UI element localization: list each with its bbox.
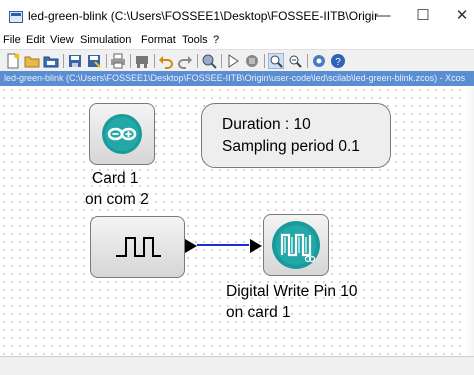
digital-write-label-line2: on card 1 [226,304,291,321]
help-icon[interactable]: ? [330,53,346,69]
minimize-button[interactable]: — [368,5,398,27]
toolbar-separator [106,54,107,68]
pulse-generator-block[interactable] [90,216,185,278]
print-icon[interactable] [110,53,126,69]
digital-write-block[interactable] [263,214,329,276]
window-title: led-green-blink (C:\Users\FOSSEE1\Deskto… [28,9,378,23]
toolbar-separator [63,54,64,68]
stop-simulation-icon[interactable] [244,53,260,69]
zoom-in-icon[interactable] [268,53,284,69]
card-block-label-line1: Card 1 [92,170,139,187]
menu-bar: File Edit View Simulation Format Tools ? [0,32,474,49]
close-button[interactable]: ✕ [447,5,474,27]
undo-icon[interactable] [158,53,174,69]
diagram-canvas[interactable]: Card 1 on com 2 Duration : 10 Sampling p… [0,86,474,356]
menu-help[interactable]: ? [213,34,219,46]
arduino-logo-icon [102,114,142,154]
open-file-icon[interactable] [43,53,59,69]
svg-text:?: ? [335,57,341,68]
menu-file[interactable]: File [3,34,21,46]
menu-edit[interactable]: Edit [26,34,45,46]
input-port-arrow-icon[interactable] [250,237,264,255]
sampling-period-text: Sampling period 0.1 [222,138,360,155]
toolbar-separator [154,54,155,68]
menu-tools[interactable]: Tools [182,34,208,46]
toolbar-separator [307,54,308,68]
card-block-label-line2: on com 2 [85,191,149,208]
save-as-icon[interactable] [86,53,102,69]
arduino-card-block[interactable] [89,103,155,165]
square-wave-icon [116,237,161,257]
menu-view[interactable]: View [50,34,74,46]
new-diagram-icon[interactable] [5,53,21,69]
toolbar-separator [221,54,222,68]
settings-icon[interactable] [311,53,327,69]
status-bar [0,356,474,375]
palette-browser-icon[interactable] [201,53,217,69]
digital-write-icon [272,221,320,269]
output-port-arrow-icon[interactable] [185,237,199,255]
simulation-info-box[interactable]: Duration : 10 Sampling period 0.1 [201,103,391,168]
export-icon[interactable] [134,53,150,69]
save-icon[interactable] [67,53,83,69]
maximize-button[interactable]: ☐ [408,5,438,27]
start-simulation-icon[interactable] [225,53,241,69]
toolbar-separator [264,54,265,68]
toolbar-separator [197,54,198,68]
menu-format[interactable]: Format [141,34,176,46]
toolbar-separator [130,54,131,68]
signal-link[interactable] [197,244,249,246]
diagram-path-bar: led-green-blink (C:\Users\FOSSEE1\Deskto… [0,71,474,86]
title-bar: led-green-blink (C:\Users\FOSSEE1\Deskto… [0,0,474,32]
toolbar: ? [0,49,474,72]
duration-text: Duration : 10 [222,116,311,133]
open-folder-icon[interactable] [24,53,40,69]
canvas-right-edge [466,86,474,356]
xcos-app-icon [9,11,23,23]
digital-write-label-line1: Digital Write Pin 10 [226,283,358,300]
menu-simulation[interactable]: Simulation [80,34,131,46]
redo-icon[interactable] [177,53,193,69]
zoom-out-icon[interactable] [287,53,303,69]
